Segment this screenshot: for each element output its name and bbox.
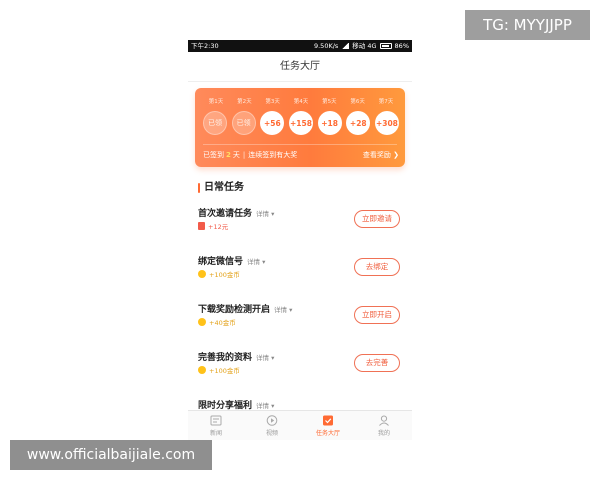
watermark-telegram: TG: MYYJJPP (465, 10, 590, 40)
task-reward-text: +40金币 (209, 319, 236, 327)
task-reward: +40金币 (198, 317, 236, 327)
task-detail-link[interactable]: 详情 ▾ (256, 354, 274, 362)
task-name: 下载奖励检测开启 详情 ▾ (198, 302, 292, 315)
task-name: 首次邀请任务 详情 ▾ (198, 206, 274, 219)
battery-percent: 86% (394, 42, 409, 50)
task-item-invite: 首次邀请任务 详情 ▾ +12元 立即邀请 (198, 206, 404, 246)
checkin-coin[interactable]: +308 (374, 111, 399, 135)
streak-separator: | (242, 151, 246, 159)
status-indicators: 9.50K/s 移动 4G 86% (314, 40, 409, 52)
section-title-daily-tasks: 日常任务 (198, 182, 244, 194)
checkin-coins-row: 已领 已领 +56 +158 +18 +28 +308 (203, 111, 399, 135)
phone-screen: 下午2:30 9.50K/s 移动 4G 86% 任务大厅 第1天 第2天 第3… (188, 40, 412, 440)
task-detail-link[interactable]: 详情 ▾ (256, 402, 274, 410)
bottom-tab-bar: 新闻 视频 任务大厅 我的 (188, 410, 412, 440)
checkin-day-label: 第1天 (208, 99, 224, 105)
checkin-card: 第1天 第2天 第3天 第4天 第5天 第6天 第7天 已领 已领 +56 +1… (195, 88, 405, 167)
task-name: 完善我的资料 详情 ▾ (198, 350, 274, 363)
task-item-bind-wechat: 绑定微信号 详情 ▾ +100金币 去绑定 (198, 254, 404, 294)
task-reward: +100金币 (198, 365, 240, 375)
tab-label: 新闻 (209, 430, 222, 437)
checkin-day-label: 第4天 (293, 99, 309, 105)
task-reward-text: +12元 (208, 223, 229, 231)
tab-profile[interactable]: 我的 (356, 411, 412, 440)
page-title: 任务大厅 (188, 52, 412, 82)
task-name: 绑定微信号 详情 ▾ (198, 254, 265, 267)
task-title: 下载奖励检测开启 (198, 305, 271, 315)
task-reward-text: +100金币 (209, 367, 240, 375)
checkin-footer: 已签到 2 天 | 连续签到有大奖 查看奖励 ❯ (203, 149, 399, 161)
task-reward-text: +100金币 (209, 271, 240, 279)
streak-bonus-text: 连续签到有大奖 (248, 151, 298, 159)
checkin-day-label: 第3天 (265, 99, 280, 105)
status-time: 下午2:30 (191, 42, 219, 50)
task-reward: +12元 (198, 221, 228, 231)
profile-icon (379, 415, 389, 426)
tab-task-hall[interactable]: 任务大厅 (300, 411, 356, 440)
invite-now-button[interactable]: 立即邀请 (354, 210, 400, 228)
checkin-coin[interactable]: +18 (317, 111, 342, 135)
task-title: 完善我的资料 (198, 353, 253, 363)
streak-prefix: 已签到 (203, 151, 224, 159)
bind-button[interactable]: 去绑定 (354, 258, 400, 276)
checkin-day-label: 第5天 (322, 99, 337, 105)
checkin-day-label: 第2天 (237, 99, 252, 105)
task-title: 绑定微信号 (198, 257, 244, 267)
card-divider (203, 144, 397, 145)
tab-label: 视频 (265, 430, 278, 437)
video-play-icon (266, 415, 278, 426)
gold-coin-icon (198, 270, 206, 278)
checkin-days-row: 第1天 第2天 第3天 第4天 第5天 第6天 第7天 (203, 97, 399, 105)
checkin-coin-claimed: 已领 (203, 111, 227, 135)
news-icon (210, 415, 222, 426)
task-title: 首次邀请任务 (198, 209, 253, 219)
complete-profile-button[interactable]: 去完善 (354, 354, 400, 372)
carrier-label: 移动 4G (352, 42, 377, 50)
task-reward: +100金币 (198, 269, 240, 279)
streak-days: 2 (226, 151, 231, 159)
signal-icon (341, 43, 350, 49)
checkin-coin[interactable]: +28 (346, 111, 371, 135)
checkin-day-label: 第7天 (378, 99, 394, 105)
view-reward-link[interactable]: 查看奖励 ❯ (363, 149, 399, 161)
task-detail-link[interactable]: 详情 ▾ (274, 306, 292, 314)
task-detail-link[interactable]: 详情 ▾ (256, 210, 274, 218)
status-bar: 下午2:30 9.50K/s 移动 4G 86% (188, 40, 412, 52)
screenshot-canvas: TG: MYYJJPP 下午2:30 9.50K/s 移动 4G 86% 任务大… (0, 0, 600, 480)
tab-video[interactable]: 视频 (244, 411, 300, 440)
watermark-website: www.officialbaijiale.com (10, 440, 212, 470)
checkin-coin[interactable]: +158 (288, 111, 313, 135)
task-hall-icon (323, 415, 333, 426)
enable-now-button[interactable]: 立即开启 (354, 306, 400, 324)
streak-unit: 天 (232, 151, 240, 159)
gold-coin-icon (198, 318, 206, 326)
red-packet-icon (198, 222, 205, 230)
task-detail-link[interactable]: 详情 ▾ (247, 258, 265, 266)
checkin-coin[interactable]: +56 (260, 111, 285, 135)
checkin-day-label: 第6天 (350, 99, 365, 105)
gold-coin-icon (198, 366, 206, 374)
streak-text: 已签到 2 天 | 连续签到有大奖 (203, 149, 297, 161)
tab-news[interactable]: 新闻 (188, 411, 244, 440)
task-item-download-check: 下载奖励检测开启 详情 ▾ +40金币 立即开启 (198, 302, 404, 342)
task-item-complete-profile: 完善我的资料 详情 ▾ +100金币 去完善 (198, 350, 404, 390)
checkin-coin-claimed: 已领 (231, 111, 256, 135)
battery-icon (379, 43, 392, 49)
tab-label: 我的 (377, 430, 390, 437)
network-speed: 9.50K/s (313, 42, 339, 50)
tab-label: 任务大厅 (315, 430, 340, 437)
